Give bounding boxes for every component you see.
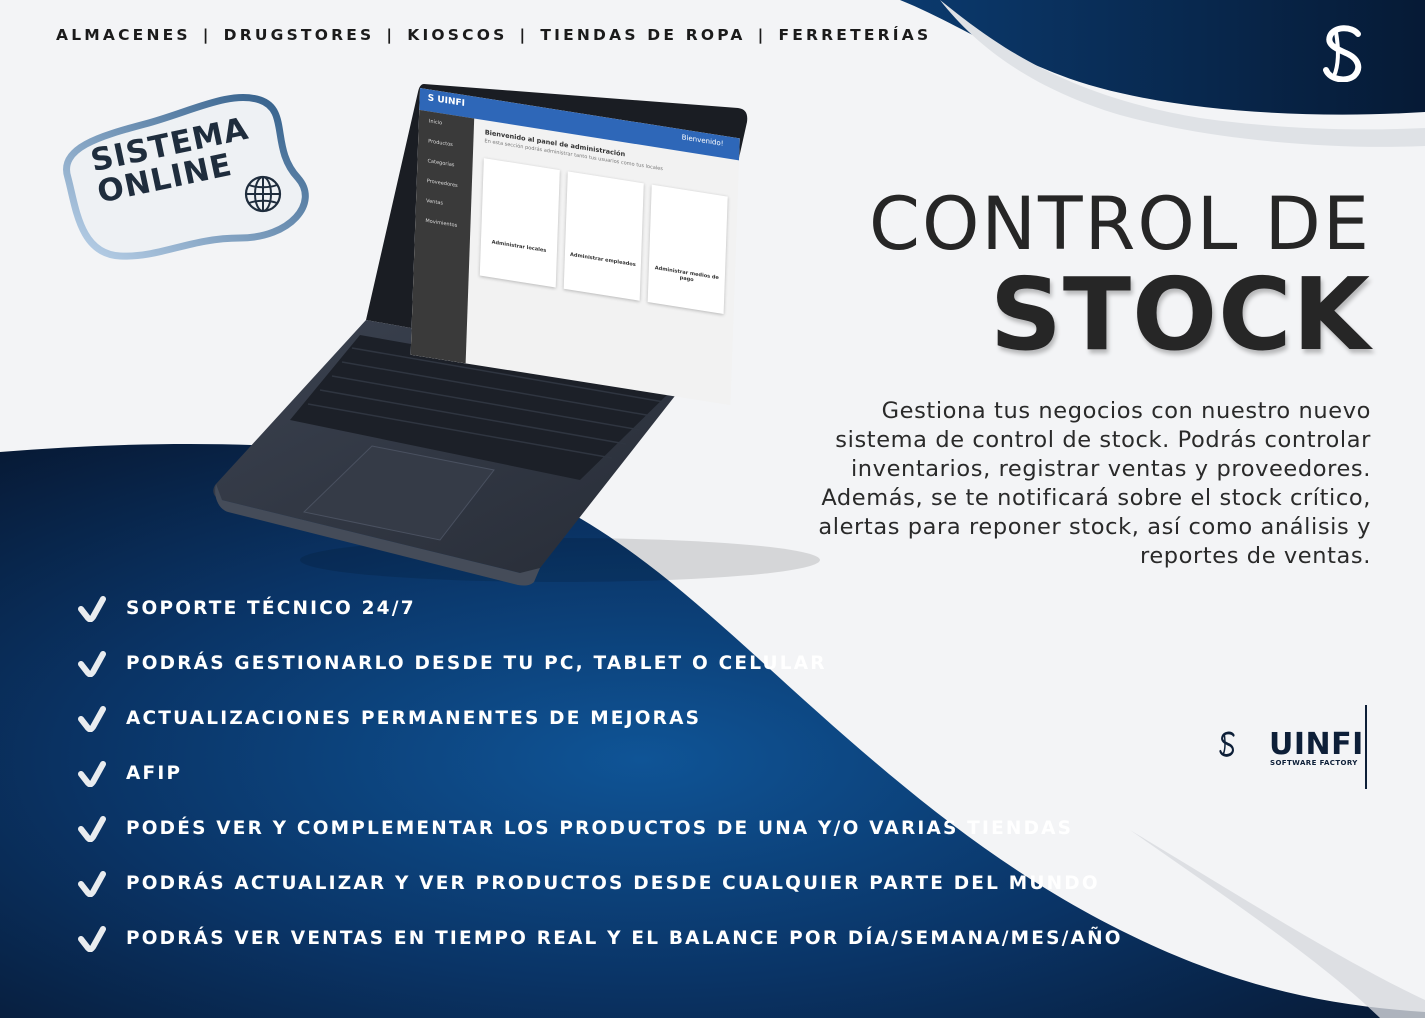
app-card-label: Administrar empleados	[569, 251, 636, 269]
brand-tagline: SOFTWARE FACTORY	[1270, 759, 1358, 767]
app-logo: S UINFI	[427, 93, 466, 110]
check-icon	[78, 706, 106, 732]
feature-text: SOPORTE TÉCNICO 24/7	[126, 598, 416, 619]
nav-separator: |	[202, 26, 212, 44]
check-icon	[78, 761, 106, 787]
brand-s-logo-icon	[1219, 731, 1235, 757]
feature-item: SOPORTE TÉCNICO 24/7	[78, 596, 1123, 651]
feature-item: PODRÁS VER VENTAS EN TIEMPO REAL Y EL BA…	[78, 926, 1123, 981]
feature-item: ACTUALIZACIONES PERMANENTES DE MEJORAS	[78, 706, 1123, 761]
nav-item-almacenes: ALMACENES	[56, 26, 191, 44]
app-card-medios-de-pago: Administrar medios de pago	[647, 184, 728, 314]
brand-divider	[1365, 705, 1367, 789]
check-icon	[78, 651, 106, 677]
app-card-label: Administrar medios de pago	[654, 265, 719, 284]
check-icon	[78, 871, 106, 897]
nav-item-ferreterias: FERRETERÍAS	[778, 26, 932, 44]
nav-item-kioscos: KIOSCOS	[407, 26, 508, 44]
feature-item: PODÉS VER Y COMPLEMENTAR LOS PRODUCTOS D…	[78, 816, 1123, 871]
feature-text: PODÉS VER Y COMPLEMENTAR LOS PRODUCTOS D…	[126, 818, 1074, 839]
feature-item: PODRÁS ACTUALIZAR Y VER PRODUCTOS DESDE …	[78, 871, 1123, 926]
brand-name: UINFI	[1269, 727, 1364, 762]
check-icon	[78, 816, 106, 842]
check-icon	[78, 926, 106, 952]
nav-item-drugstores: DRUGSTORES	[223, 26, 375, 44]
app-sidebar: Inicio Productos Categorías Proveedores …	[410, 109, 475, 364]
check-icon	[78, 596, 106, 622]
app-card-empleados: Administrar empleados	[563, 171, 644, 301]
category-nav: ALMACENES | DRUGSTORES | KIOSCOS | TIENDAS DE …	[56, 26, 931, 44]
feature-text: PODRÁS ACTUALIZAR Y VER PRODUCTOS DESDE …	[126, 873, 1100, 894]
nav-item-tiendas-de-ropa: TIENDAS DE ROPA	[540, 26, 746, 44]
app-welcome: Bienvenido!	[681, 133, 724, 148]
globe-icon	[244, 175, 282, 213]
corner-logo-icon	[1323, 25, 1362, 82]
app-card-label: Administrar locales	[491, 239, 547, 254]
nav-separator: |	[386, 26, 396, 44]
feature-item: AFIP	[78, 761, 1123, 816]
feature-text: AFIP	[126, 763, 183, 784]
feature-text: PODRÁS VER VENTAS EN TIEMPO REAL Y EL BA…	[126, 928, 1123, 949]
feature-item: PODRÁS GESTIONARLO DESDE TU PC, TABLET O…	[78, 651, 1123, 706]
features-list: SOPORTE TÉCNICO 24/7 PODRÁS GESTIONARLO …	[78, 596, 1123, 981]
title-line-2: STOCK	[989, 256, 1371, 373]
title-line-1: CONTROL DE	[868, 182, 1371, 267]
nav-separator: |	[757, 26, 767, 44]
app-card-locales: Administrar locales	[479, 158, 560, 288]
feature-text: ACTUALIZACIONES PERMANENTES DE MEJORAS	[126, 708, 702, 729]
feature-text: PODRÁS GESTIONARLO DESDE TU PC, TABLET O…	[126, 653, 827, 674]
description: Gestiona tus negocios con nuestro nuevo …	[818, 398, 1371, 569]
nav-separator: |	[519, 26, 529, 44]
laptop-screen: S UINFI Bienvenido! Inicio Productos Cat…	[410, 88, 740, 406]
